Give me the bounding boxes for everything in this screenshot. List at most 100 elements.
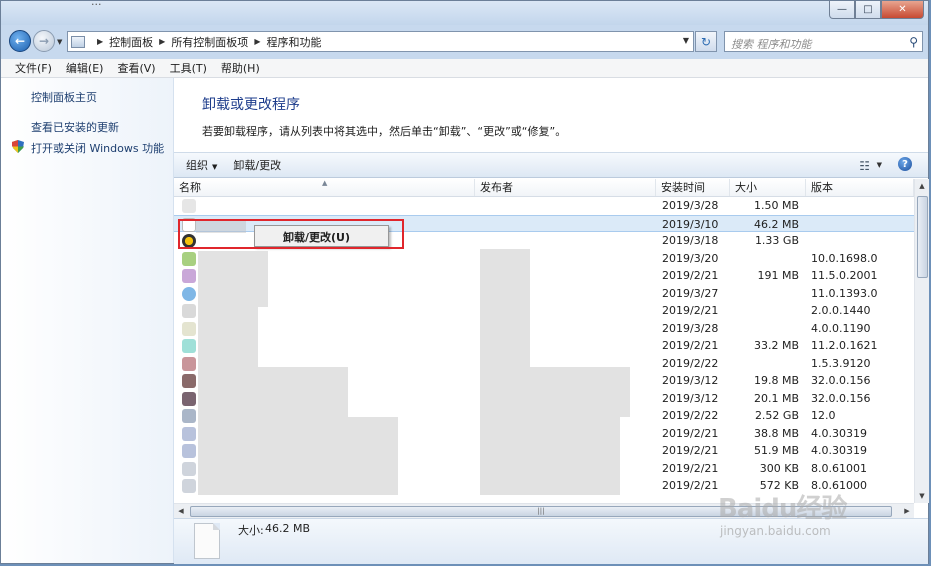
row-date: 2019/2/21 <box>662 461 719 475</box>
menu-tools[interactable]: 工具(T) <box>163 60 214 76</box>
search-placeholder: 搜索 程序和功能 <box>731 38 812 51</box>
row-date: 2019/3/10 <box>662 217 719 231</box>
search-icon[interactable]: ⚲ <box>909 35 918 49</box>
view-options-icon[interactable]: ☷ <box>859 159 870 173</box>
row-size: 300 KB <box>759 461 799 475</box>
window-controls: — □ ✕ <box>829 1 924 21</box>
menu-view[interactable]: 查看(V) <box>110 60 162 76</box>
control-panel-icon <box>71 35 85 48</box>
row-date: 2019/3/27 <box>662 286 719 300</box>
vertical-scroll-thumb[interactable] <box>917 196 928 278</box>
breadcrumb-control-panel[interactable]: 控制面板 <box>109 34 153 50</box>
mosaic-block <box>198 251 268 307</box>
column-header-publisher[interactable]: 发布者 <box>475 179 656 196</box>
forward-button[interactable]: → <box>33 30 55 52</box>
column-name-label: 名称 <box>179 181 201 194</box>
row-size <box>729 320 799 337</box>
row-date: 2019/2/21 <box>662 426 719 440</box>
app-icon <box>182 356 196 371</box>
row-date: 2019/3/12 <box>662 391 719 405</box>
row-date: 2019/2/22 <box>662 356 719 370</box>
scroll-up-icon[interactable]: ▲ <box>915 179 929 193</box>
command-bar: 组织 ▼ 卸载/更改 ☷ ▼ ? <box>174 152 928 178</box>
row-version: 4.0.30319 <box>811 426 867 440</box>
chevron-right-icon[interactable]: ▶ <box>254 37 260 46</box>
row-version: 4.0.0.1190 <box>811 321 871 335</box>
details-size-label: 大小: <box>238 524 264 537</box>
mosaic-block <box>480 249 530 367</box>
sort-ascending-icon: ▲ <box>322 179 328 187</box>
uninstall-change-button[interactable]: 卸载/更改 <box>225 157 289 173</box>
row-date: 2019/2/22 <box>662 409 719 422</box>
row-version: 11.5.0.2001 <box>811 269 878 282</box>
column-header-version[interactable]: 版本 <box>806 179 914 196</box>
app-icon <box>182 321 196 336</box>
row-version: 2.0.0.1440 <box>811 304 871 317</box>
help-icon[interactable]: ? <box>898 157 912 171</box>
watermark-url: jingyan.baidu.com <box>720 524 831 538</box>
table-row[interactable]: 2019/2/21 33.2 MB 11.2.0.1621 <box>174 337 914 355</box>
close-button[interactable]: ✕ <box>881 1 924 19</box>
row-size: 51.9 MB <box>753 444 799 457</box>
back-button[interactable]: ← <box>9 30 31 52</box>
sidebar-link-windows-features[interactable]: 打开或关闭 Windows 功能 <box>31 140 164 156</box>
scroll-left-icon[interactable]: ◀ <box>174 504 188 518</box>
app-icon <box>182 391 196 406</box>
row-size: 1.50 MB <box>753 199 799 212</box>
menu-bar: 文件(F) 编辑(E) 查看(V) 工具(T) 帮助(H) <box>1 59 928 78</box>
program-file-icon <box>194 523 220 559</box>
address-bar[interactable]: ▶ 控制面板 ▶ 所有控制面板项 ▶ 程序和功能 ▼ <box>67 31 694 52</box>
menu-edit[interactable]: 编辑(E) <box>59 60 111 76</box>
baidu-watermark: Baidu经验 jingyan.baidu.com <box>718 486 918 556</box>
row-date: 2019/3/12 <box>662 374 719 387</box>
table-row[interactable]: 2019/3/20 10.0.1698.0 <box>174 250 914 268</box>
chevron-right-icon[interactable]: ▶ <box>97 37 103 46</box>
details-size-value: 46.2 MB <box>265 522 311 535</box>
row-date: 2019/2/21 <box>662 479 719 492</box>
mosaic-block <box>198 417 398 495</box>
refresh-button[interactable]: ↻ <box>695 31 717 52</box>
row-size: 1.33 GB <box>754 234 799 247</box>
minimize-button[interactable]: — <box>829 1 855 19</box>
row-version: 12.0 <box>811 409 836 422</box>
row-version: 10.0.1698.0 <box>811 251 878 265</box>
search-input[interactable]: 搜索 程序和功能 ⚲ <box>724 31 923 52</box>
view-dropdown-icon[interactable]: ▼ <box>877 161 882 169</box>
sidebar-link-home[interactable]: 控制面板主页 <box>31 89 97 105</box>
breadcrumb-all-items[interactable]: 所有控制面板项 <box>171 34 248 50</box>
breadcrumb: ▶ 控制面板 ▶ 所有控制面板项 ▶ 程序和功能 <box>91 34 321 50</box>
row-size: 20.1 MB <box>753 391 799 405</box>
row-date: 2019/2/21 <box>662 339 719 352</box>
row-version: 8.0.61001 <box>811 461 867 475</box>
sidebar-link-updates[interactable]: 查看已安装的更新 <box>31 119 119 135</box>
column-header-name[interactable]: 名称 ▲ <box>174 179 475 196</box>
column-header-size[interactable]: 大小 <box>730 179 806 196</box>
breadcrumb-programs-features[interactable]: 程序和功能 <box>266 34 321 50</box>
table-row[interactable]: 2019/3/28 4.0.0.1190 <box>174 320 914 338</box>
watermark-logo-text: Baidu经验 <box>718 494 847 524</box>
address-dropdown-icon[interactable]: ▼ <box>683 36 689 45</box>
mosaic-block <box>198 307 258 367</box>
mosaic-block <box>480 417 620 495</box>
dropdown-arrow-icon: ▼ <box>212 163 218 171</box>
chevron-right-icon[interactable]: ▶ <box>159 37 165 46</box>
table-row[interactable]: 2019/3/27 11.0.1393.0 <box>174 285 914 303</box>
red-highlight-annotation <box>178 219 404 249</box>
row-date: 2019/2/21 <box>662 444 719 457</box>
shield-icon <box>12 140 24 153</box>
menu-help[interactable]: 帮助(H) <box>214 60 267 76</box>
menu-file[interactable]: 文件(F) <box>1 60 59 76</box>
maximize-button[interactable]: □ <box>855 1 881 19</box>
row-size: 46.2 MB <box>753 217 799 231</box>
column-header-installed-on[interactable]: 安装时间 <box>656 179 730 196</box>
organize-button[interactable]: 组织 ▼ <box>174 157 225 173</box>
row-size: 191 MB <box>757 269 799 282</box>
row-date: 2019/3/18 <box>662 234 719 247</box>
recent-pages-dropdown-icon[interactable]: ▼ <box>57 38 62 46</box>
row-size: 38.8 MB <box>753 426 799 440</box>
vertical-scrollbar[interactable]: ▲ ▼ <box>914 179 929 503</box>
table-row[interactable]: 2019/2/21 2.0.0.1440 <box>174 302 914 320</box>
row-size <box>729 302 799 319</box>
table-row[interactable]: 2019/3/28 1.50 MB <box>174 197 914 215</box>
table-row[interactable]: 2019/2/21 191 MB 11.5.0.2001 <box>174 267 914 285</box>
